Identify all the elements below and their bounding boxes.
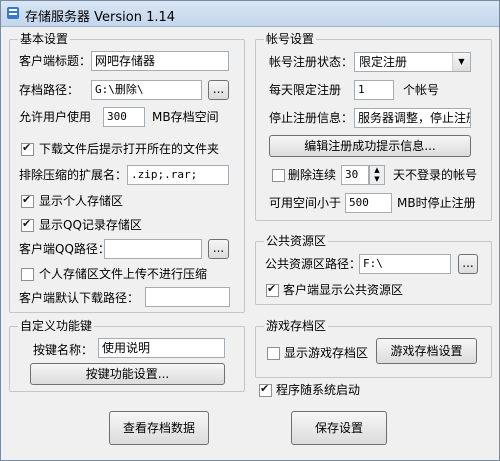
client-title-label: 客户端标题：	[19, 54, 92, 68]
key-name-label: 按键名称：	[33, 343, 94, 357]
show-qq-label: 显示QQ记录存储区	[39, 218, 142, 232]
stop-info-input[interactable]: 服务器调整，停止注册	[354, 108, 471, 128]
app-icon	[7, 7, 19, 19]
exclude-ext-label: 排除压缩的扩展名：	[19, 168, 128, 182]
delete-inactive-suffix: 天不登录的帐号	[393, 168, 478, 182]
space-limit-input[interactable]: 500	[345, 193, 392, 213]
reg-status-select[interactable]: 限定注册 ▼	[354, 52, 471, 72]
save-settings-button[interactable]: 保存设置	[291, 411, 387, 445]
public-path-label: 公共资源区路径：	[265, 257, 362, 271]
allow-user-suffix: MB存档空间	[152, 110, 219, 124]
qq-path-label: 客户端QQ路径：	[19, 242, 110, 256]
delete-inactive-checkbox[interactable]	[272, 169, 285, 182]
allow-user-space-input[interactable]: 300	[103, 107, 145, 127]
allow-user-label: 允许用户使用	[19, 110, 92, 124]
archive-path-label: 存档路径：	[19, 83, 80, 97]
account-settings-legend: 帐号设置	[264, 32, 317, 47]
window-title: 存储服务器 Version 1.14	[25, 10, 176, 25]
archive-path-browse-button[interactable]: ...	[208, 80, 229, 100]
daily-limit-input[interactable]: 1	[354, 80, 394, 100]
qq-path-input[interactable]	[104, 239, 202, 259]
reg-status-value: 限定注册	[359, 55, 408, 69]
show-public-checkbox[interactable]	[266, 282, 279, 297]
default-download-label: 客户端默认下载路径：	[19, 291, 140, 305]
public-path-browse-button[interactable]: ...	[458, 254, 478, 274]
archive-path-input[interactable]: G:\删除\	[91, 80, 202, 100]
show-game-archive-checkbox[interactable]	[267, 347, 280, 360]
space-limit-suffix: MB时停止注册	[397, 196, 476, 210]
open-folder-label: 下载文件后提示打开所在的文件夹	[39, 142, 220, 156]
game-archive-settings-button[interactable]: 游戏存档设置	[376, 338, 477, 364]
delete-inactive-label: 删除连续	[288, 168, 337, 182]
delete-days-input[interactable]: 30	[341, 165, 369, 185]
no-compress-label: 个人存储区文件上传不进行压缩	[39, 267, 208, 281]
title-bar: 存储服务器 Version 1.14	[1, 1, 499, 27]
space-limit-label: 可用空间小于	[269, 196, 342, 210]
public-resource-legend: 公共资源区	[264, 234, 329, 249]
show-public-label: 客户端显示公共资源区	[283, 283, 404, 297]
stop-info-label: 停止注册信息：	[269, 111, 354, 125]
view-archive-data-button[interactable]: 查看存档数据	[109, 411, 209, 445]
show-personal-label: 显示个人存储区	[39, 194, 124, 208]
daily-limit-label: 每天限定注册	[269, 83, 342, 97]
key-name-input[interactable]: 使用说明	[98, 338, 225, 358]
chevron-down-icon[interactable]: ▼	[452, 53, 470, 71]
edit-success-message-button[interactable]: 编辑注册成功提示信息...	[269, 135, 471, 157]
qq-path-browse-button[interactable]: ...	[208, 239, 229, 259]
show-personal-checkbox[interactable]	[21, 193, 34, 208]
startup-checkbox[interactable]	[259, 382, 272, 397]
exclude-ext-input[interactable]: .zip;.rar;	[127, 165, 229, 185]
client-title-input[interactable]: 网吧存储器	[91, 51, 229, 71]
app-window: 存储服务器 Version 1.14 基本设置 客户端标题： 网吧存储器 存档路…	[0, 0, 500, 461]
key-function-settings-button[interactable]: 按键功能设置...	[30, 363, 225, 385]
startup-label: 程序随系统启动	[276, 383, 361, 397]
show-qq-checkbox[interactable]	[21, 217, 34, 232]
custom-key-legend: 自定义功能键	[18, 319, 95, 334]
basic-settings-legend: 基本设置	[18, 32, 71, 47]
no-compress-checkbox[interactable]	[21, 268, 34, 281]
open-folder-checkbox[interactable]	[21, 141, 34, 156]
default-download-input[interactable]	[145, 287, 230, 307]
delete-days-spinner[interactable]: ▲ ▼	[369, 165, 385, 185]
show-game-archive-label: 显示游戏存档区	[284, 346, 369, 360]
reg-status-label: 帐号注册状态：	[269, 55, 354, 69]
daily-limit-suffix: 个帐号	[403, 83, 440, 97]
game-archive-legend: 游戏存档区	[264, 319, 329, 334]
public-path-input[interactable]: F:\	[359, 254, 451, 274]
